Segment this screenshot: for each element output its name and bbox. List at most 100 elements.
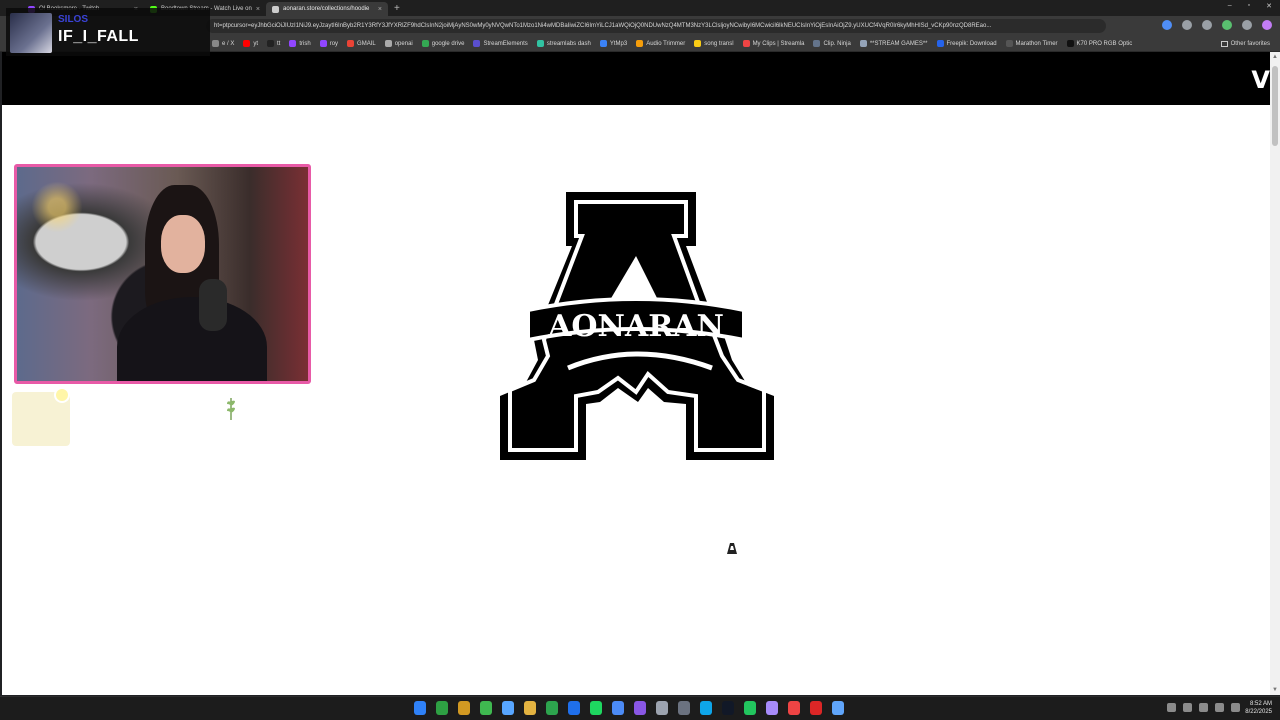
bookmark-label: google drive [431, 40, 465, 47]
bookmark-favicon-icon [421, 40, 429, 47]
bookmark-label: song transl [704, 40, 734, 47]
bookmark-label: openai [394, 40, 413, 47]
bookmark-favicon-icon [859, 40, 867, 47]
bookmark-item[interactable]: StreamElements [473, 40, 528, 47]
bookmark-label: K70 PRO RGB Optic [1076, 40, 1133, 47]
taskbar-app-icon[interactable] [612, 701, 624, 715]
taskbar-app-icon[interactable] [458, 701, 470, 715]
clock-time: 8:52 AM [1249, 701, 1272, 707]
other-favorites-label: Other favorites [1230, 41, 1270, 47]
close-tab-icon[interactable]: × [256, 6, 260, 13]
page-scrollbar[interactable]: ▲ ▼ [1270, 52, 1280, 695]
bookmark-favicon-icon [1005, 40, 1013, 47]
bookmark-item[interactable]: **STREAM GAMES** [859, 40, 928, 47]
taskbar-app-icon[interactable] [634, 701, 646, 715]
album-art [10, 13, 52, 53]
bookmark-item[interactable]: YtMp3 [599, 40, 627, 47]
taskbar-app-icon[interactable] [590, 701, 602, 715]
address-bar[interactable]: ht=ptpcursor=eyJhbGciOiJIUzI1NiJ9.eyJzay… [206, 19, 1106, 33]
bookmark-label: trish [299, 40, 311, 47]
bookmark-item[interactable]: GMAIL [347, 40, 376, 47]
taskbar-app-icon[interactable] [810, 701, 822, 715]
bookmark-favicon-icon [384, 40, 392, 47]
profile-icon[interactable] [1222, 20, 1232, 30]
maximize-button[interactable]: ▫ [1248, 2, 1250, 10]
other-favorites[interactable]: Other favorites [1220, 36, 1270, 51]
taskbar-apps [414, 701, 844, 715]
bookmark-item[interactable]: trish [289, 40, 311, 47]
taskbar-app-icon[interactable] [788, 701, 800, 715]
taskbar-app-icon[interactable] [832, 701, 844, 715]
background-light [27, 177, 87, 237]
bookmark-favicon-icon [347, 40, 355, 47]
chevron-up-icon[interactable] [1167, 703, 1176, 712]
bookmark-favicon-icon [694, 40, 702, 47]
bookmark-label: Freepik: Download [946, 40, 997, 47]
bookmark-label: Marathon Timer [1015, 40, 1058, 47]
bookmark-favicon-icon [267, 40, 275, 47]
taskbar-app-icon[interactable] [722, 701, 734, 715]
taskbar-app-icon[interactable] [766, 701, 778, 715]
volume-icon[interactable] [1231, 703, 1240, 712]
bookmark-favicon-icon [212, 40, 219, 47]
bookmark-item[interactable]: google drive [421, 40, 465, 47]
microphone-tray-icon[interactable] [1199, 703, 1208, 712]
bookmark-item[interactable]: My Clips | Streamla [742, 40, 804, 47]
bookmark-list: e / X yt tt trish roy GMAIL openai google drive… [212, 40, 1132, 47]
system-clock[interactable]: 8:52 AM 8/22/2025 [1245, 700, 1272, 716]
bookmark-item[interactable]: e / X [212, 40, 234, 47]
bookmark-item[interactable]: roy [319, 40, 338, 47]
menu-icon[interactable] [1242, 20, 1252, 30]
scroll-thumb[interactable] [1272, 66, 1278, 146]
bookmark-item[interactable]: Marathon Timer [1005, 40, 1058, 47]
taskbar-app-icon[interactable] [502, 701, 514, 715]
bookmark-item[interactable]: yt [243, 40, 258, 47]
bookmark-item[interactable]: tt [267, 40, 280, 47]
bookmark-favicon-icon [936, 40, 944, 47]
taskbar-app-icon[interactable] [436, 701, 448, 715]
folder-icon [1220, 41, 1228, 47]
bookmark-item[interactable]: Audio Trimmer [636, 40, 685, 47]
refresh-icon[interactable] [1182, 20, 1192, 30]
taskbar-app-icon[interactable] [414, 701, 426, 715]
bookmark-item[interactable]: streamlabs dash [536, 40, 591, 47]
taskbar-app-icon[interactable] [678, 701, 690, 715]
bookmark-label: yt [253, 40, 259, 47]
scroll-down-icon[interactable]: ▼ [1272, 687, 1278, 693]
scroll-up-icon[interactable]: ▲ [1272, 54, 1278, 60]
extension-icon[interactable] [1162, 20, 1172, 30]
wifi-icon[interactable] [1215, 703, 1224, 712]
aonaran-logo[interactable]: AONARAN [498, 190, 776, 462]
bookmark-item[interactable]: Clip. Ninja [813, 40, 851, 47]
taskbar-app-icon[interactable] [546, 701, 558, 715]
streamer-face [161, 215, 205, 273]
taskbar-app-icon[interactable] [656, 701, 668, 715]
network-icon[interactable] [1183, 703, 1192, 712]
taskbar-app-icon[interactable] [568, 701, 580, 715]
close-tab-icon[interactable]: × [378, 6, 382, 13]
bookmark-item[interactable]: openai [384, 40, 413, 47]
bookmark-label: Audio Trimmer [646, 40, 686, 47]
bookmark-favicon-icon [243, 40, 251, 47]
taskbar-app-icon[interactable] [524, 701, 536, 715]
bookmark-item[interactable]: Freepik: Download [936, 40, 997, 47]
favorites-icon[interactable] [1202, 20, 1212, 30]
bookmark-item[interactable]: song transl [694, 40, 734, 47]
copilot-icon[interactable] [1262, 20, 1272, 30]
new-tab-button[interactable]: + [394, 3, 400, 14]
webcam-overlay [14, 164, 311, 384]
now-playing-overlay: SILOS IF_I_FALL [6, 8, 210, 56]
bookmark-item[interactable]: K70 PRO RGB Optic [1066, 40, 1133, 47]
now-playing-label: SILOS [58, 14, 89, 25]
tab-title: aonaran.store/collections/hoodie [283, 6, 370, 12]
taskbar-app-icon[interactable] [744, 701, 756, 715]
system-tray [1167, 703, 1240, 712]
header-menu-text[interactable]: V [1251, 66, 1270, 94]
minimize-button[interactable]: – [1228, 2, 1232, 10]
taskbar-app-icon[interactable] [700, 701, 712, 715]
browser-tab[interactable]: aonaran.store/collections/hoodie × [266, 2, 388, 16]
bookmark-favicon-icon [319, 40, 327, 47]
taskbar-app-icon[interactable] [480, 701, 492, 715]
site-header: V [2, 52, 1270, 105]
close-window-button[interactable]: ✕ [1266, 2, 1272, 10]
